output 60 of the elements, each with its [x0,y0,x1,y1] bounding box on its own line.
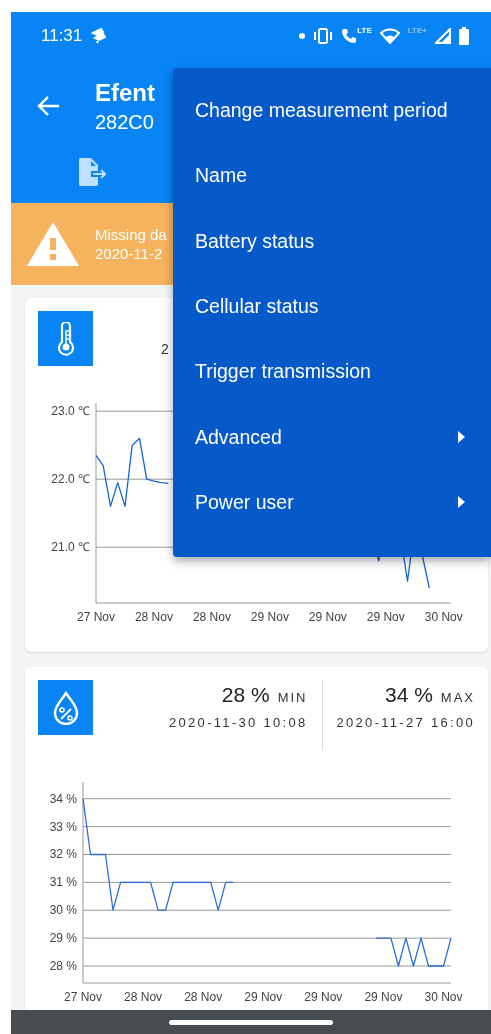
device-title: Efent [95,78,155,107]
network-label: LTE+ [407,25,427,35]
axis-label: 27 Nov [77,610,115,624]
menu-item[interactable]: Power user [173,469,491,536]
axis-label: 30 % [49,903,77,918]
thermometer-icon [55,321,76,356]
submenu-arrow-icon [458,431,465,444]
warning-message: 2020-11-2 [95,244,164,263]
menu-item[interactable]: Change measurement period [173,78,491,144]
export-file-icon[interactable] [77,158,109,186]
warning-message: Missing da [95,225,167,244]
home-handle[interactable] [169,1019,333,1025]
signal-icon [435,28,451,44]
stat-label: MIN [277,690,308,705]
axis-label: 28 Nov [192,610,231,624]
menu-item[interactable]: Trigger transmission [173,339,491,405]
axis-label: 22.0 ℃ [51,472,90,487]
axis-label: 21.0 ℃ [51,540,90,555]
axis-label: 29 Nov [364,990,403,1004]
notification-icon [90,27,109,45]
stat-time: 2020-11-30 10:08 [169,715,308,730]
axis-label: 29 Nov [250,610,289,624]
axis-label: 28 Nov [134,610,173,624]
stat-value: 34 % [384,683,433,707]
axis-label: 32 % [49,847,77,862]
axis-label: 30 Nov [424,990,463,1004]
menu-item[interactable]: Battery status [173,208,491,274]
axis-label: 28 Nov [184,990,223,1004]
axis-label: 29 Nov [244,990,283,1004]
dot-icon [299,33,306,39]
menu-item[interactable]: Advanced [173,404,491,470]
menu-item[interactable]: Name [173,143,491,209]
axis-label: 28 Nov [124,990,163,1004]
wifi-icon [379,28,400,44]
battery-icon [459,27,469,45]
axis-label: 27 Nov [64,990,102,1004]
submenu-arrow-icon [458,496,465,509]
stat-time: 2020-11-27 16:00 [336,715,475,730]
axis-label: 28 % [49,959,77,973]
axis-label: 29 Nov [366,610,405,624]
axis-label: 29 % [49,931,77,946]
axis-label: 29 Nov [308,610,347,624]
axis-label: 33 % [49,819,77,834]
axis-label: 23.0 ℃ [51,404,90,419]
stat-value: 2 [161,341,169,359]
back-arrow-icon[interactable] [37,95,61,117]
axis-label: 31 % [49,875,77,890]
axis-label: 29 Nov [304,990,343,1004]
device-id: 282C0 [95,110,155,134]
vibrate-icon [313,28,334,44]
status-time: 11:31 [41,26,83,46]
stat-value: 28 % [221,683,270,707]
stat-label: MAX [440,690,475,705]
warning-icon [27,222,79,266]
menu-item[interactable]: Cellular status [173,273,491,340]
phone-icon [341,27,358,45]
axis-label: 34 % [49,791,77,806]
axis-label: 30 Nov [424,610,463,624]
humidity-drop-icon [51,690,80,725]
network-label: LTE [357,25,372,35]
